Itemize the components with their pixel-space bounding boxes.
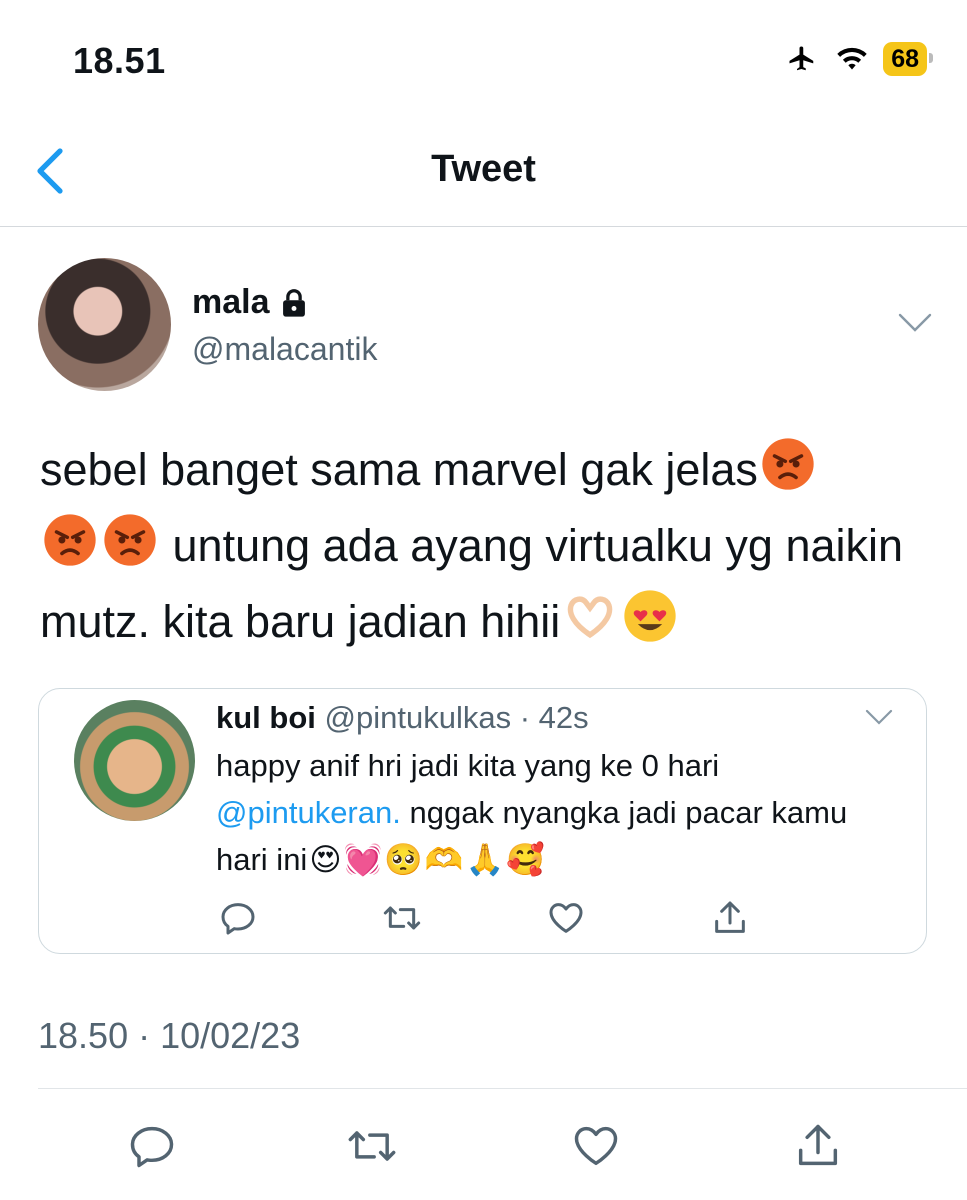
quote-author-meta: @pintukulkas · 42s — [324, 700, 589, 735]
lock-icon — [280, 288, 308, 318]
heart-hands-emoji-icon — [563, 589, 617, 643]
status-icons: 68 — [783, 42, 933, 76]
tweet-text-part1: sebel banget sama marvel gak jelas — [40, 444, 758, 495]
angry-emoji-icon — [43, 513, 97, 567]
quote-emoji: 😍 — [309, 842, 342, 877]
reply-icon — [126, 1120, 178, 1172]
airplane-icon — [783, 44, 821, 74]
reply-button[interactable] — [126, 1120, 178, 1172]
avatar[interactable] — [38, 258, 171, 391]
quote-mention-link[interactable]: @pintukeran. — [216, 795, 401, 830]
tweet-text-part2: untung ada ayang virtualku yg naikin mut… — [40, 520, 904, 647]
angry-emoji-icon — [103, 513, 157, 567]
quote-like-button[interactable] — [546, 898, 586, 938]
author-name[interactable]: mala — [192, 283, 308, 322]
angry-emoji-icon — [761, 437, 815, 491]
quote-share-button[interactable] — [710, 898, 750, 938]
author-handle[interactable]: @malacantik — [192, 331, 377, 368]
like-icon — [570, 1120, 622, 1172]
nav-divider — [0, 226, 967, 227]
retweet-button[interactable] — [346, 1120, 398, 1172]
quote-author-name[interactable]: kul boi — [216, 700, 316, 735]
quote-retweet-button[interactable] — [382, 898, 422, 938]
tweet-menu-button[interactable] — [897, 312, 933, 338]
quote-avatar[interactable] — [74, 700, 195, 821]
quote-emoji: 🫶 — [424, 842, 464, 877]
tweet-timestamp: 18.50 · 10/02/23 — [38, 1015, 301, 1056]
share-icon — [710, 898, 750, 938]
share-button[interactable] — [792, 1120, 844, 1172]
page-title: Tweet — [431, 148, 536, 190]
quote-reply-button[interactable] — [218, 898, 258, 938]
quote-menu-button[interactable] — [864, 708, 894, 728]
author-name-label: mala — [192, 283, 270, 321]
heart-eyes-emoji-icon — [623, 589, 677, 643]
action-divider — [38, 1088, 967, 1089]
battery-icon: 68 — [883, 42, 933, 76]
chevron-down-icon — [897, 312, 933, 334]
retweet-icon — [346, 1120, 398, 1172]
quote-emoji: 🙏 — [465, 842, 505, 877]
tweet-text: sebel banget sama marvel gak jelas untun… — [40, 432, 930, 660]
like-button[interactable] — [570, 1120, 622, 1172]
retweet-icon — [382, 898, 422, 938]
wifi-icon — [835, 45, 869, 73]
quote-emoji: 💓 — [343, 842, 383, 877]
like-icon — [546, 898, 586, 938]
quote-text: happy anif hri jadi kita yang ke 0 hari … — [216, 742, 906, 883]
quote-text-part1: happy anif hri jadi kita yang ke 0 hari — [216, 748, 720, 783]
quote-emoji-row: 😍💓🥺🫶🙏🥰 — [307, 842, 544, 877]
quote-emoji: 🥰 — [506, 842, 545, 877]
reply-icon — [218, 898, 258, 938]
status-time: 18.51 — [73, 40, 166, 81]
quote-emoji: 🥺 — [384, 842, 423, 877]
quote-header: kul boi @pintukulkas · 42s — [216, 700, 589, 736]
share-icon — [792, 1120, 844, 1172]
chevron-down-icon — [864, 708, 894, 726]
